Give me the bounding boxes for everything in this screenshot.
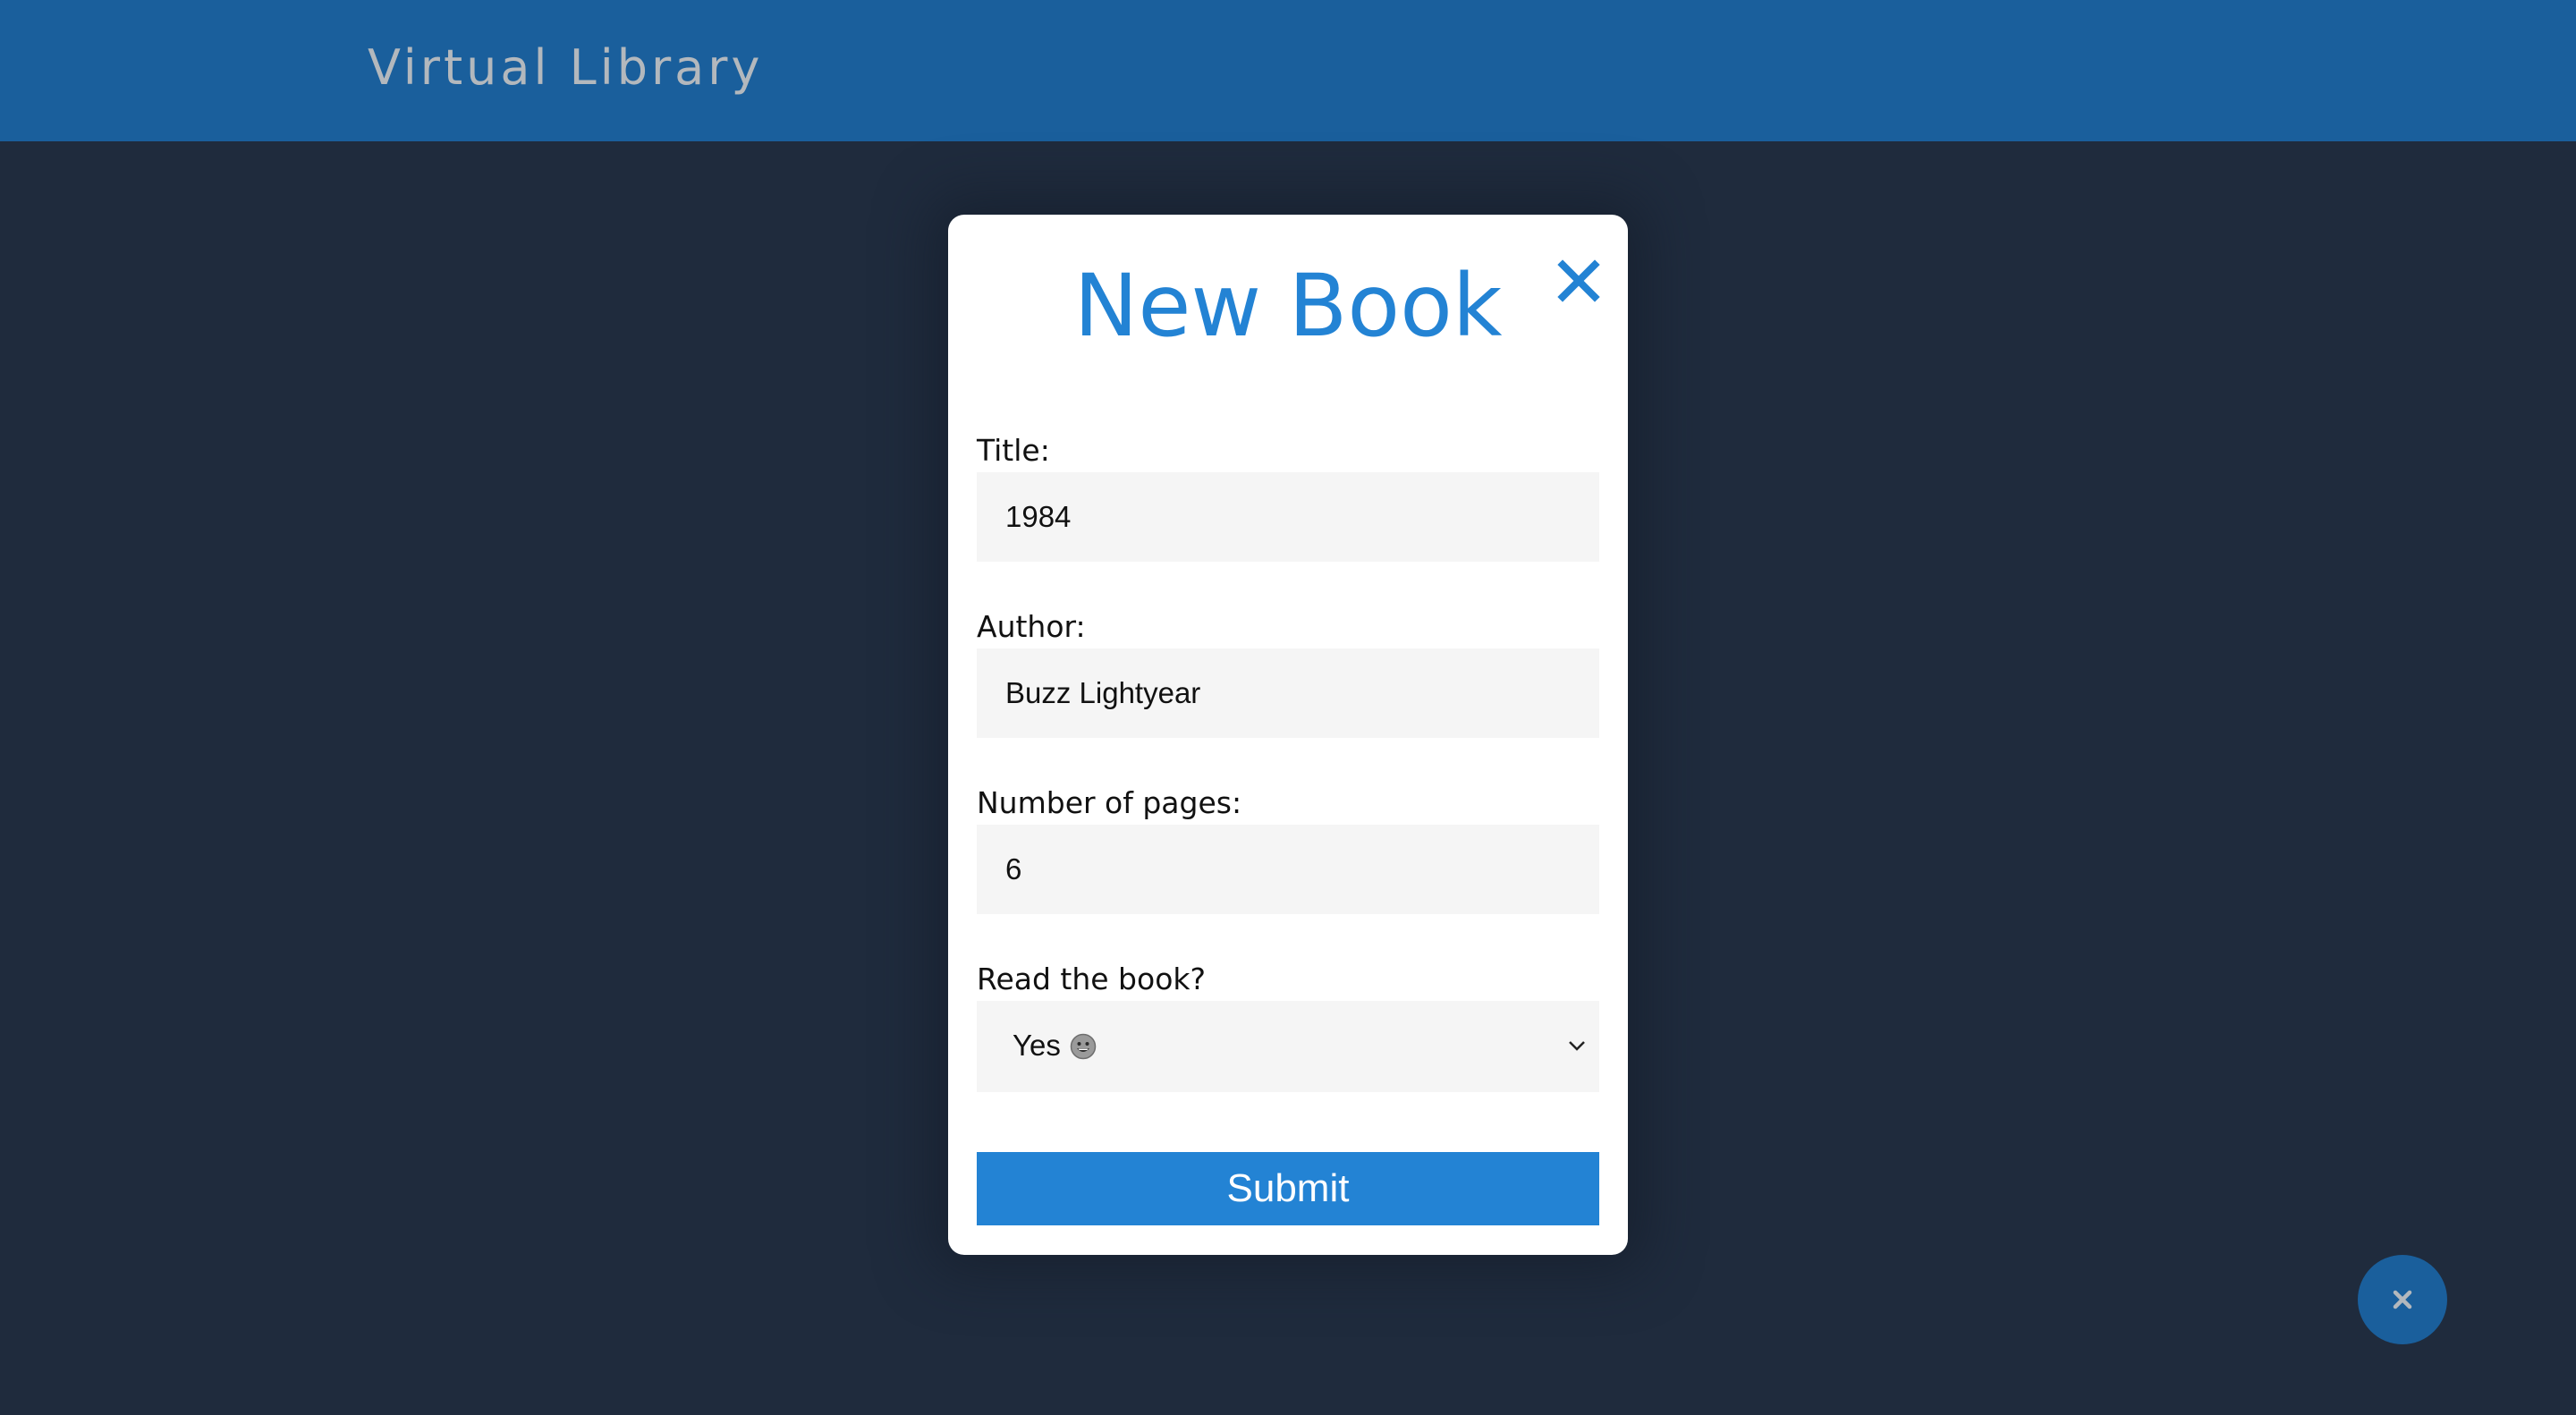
- close-icon: [2393, 1290, 2412, 1309]
- modal-title: New Book: [1073, 256, 1503, 356]
- title-label: Title:: [977, 433, 1050, 468]
- title-input[interactable]: [977, 472, 1599, 562]
- author-label: Author:: [977, 609, 1086, 644]
- submit-button[interactable]: Submit: [977, 1152, 1599, 1225]
- author-input[interactable]: [977, 648, 1599, 738]
- pages-label: Number of pages:: [977, 785, 1242, 820]
- read-select[interactable]: Yes: [977, 1001, 1599, 1092]
- new-book-modal: New Book Title: Author: Number of pages:…: [948, 215, 1628, 1255]
- app-title: Virtual Library: [368, 39, 764, 96]
- close-icon: [1557, 259, 1600, 302]
- app-header: Virtual Library: [0, 0, 2576, 141]
- smiley-emoji-icon: [1070, 1033, 1097, 1060]
- read-label: Read the book?: [977, 962, 1207, 996]
- chevron-down-icon: [1569, 1041, 1585, 1051]
- floating-close-button[interactable]: [2358, 1255, 2447, 1344]
- pages-input[interactable]: [977, 825, 1599, 914]
- read-select-value: Yes: [1013, 1029, 1061, 1062]
- close-button[interactable]: [1554, 256, 1604, 306]
